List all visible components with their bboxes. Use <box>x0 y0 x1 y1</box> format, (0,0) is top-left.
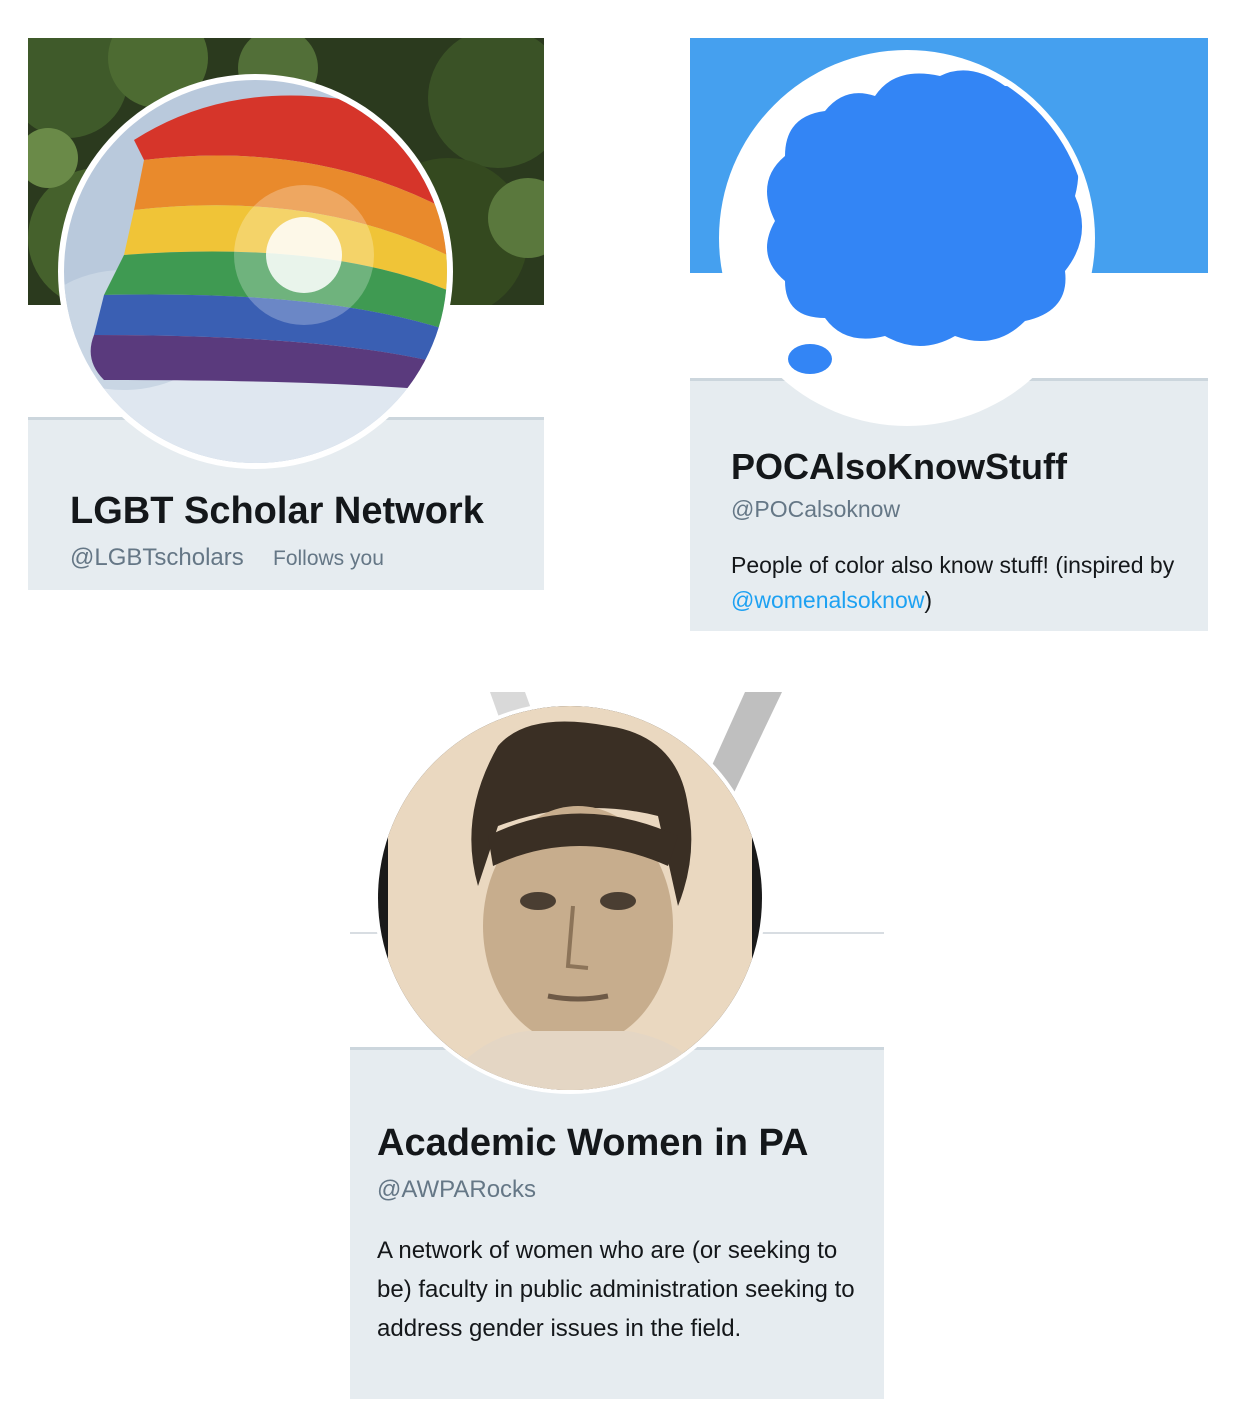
thought-bubble-image <box>725 56 1089 420</box>
avatar[interactable] <box>719 50 1095 426</box>
profile-name[interactable]: POCAlsoKnowStuff <box>731 446 1067 488</box>
rainbow-flag-image <box>64 80 447 463</box>
profile-card-awpa[interactable]: Academic Women in PA @AWPARocks A networ… <box>350 692 884 1399</box>
follows-you-badge: Follows you <box>273 547 384 570</box>
avatar[interactable] <box>58 74 453 469</box>
profile-card-poc-also-know[interactable]: POCAlsoKnowStuff @POCalsoknow People of … <box>690 38 1208 631</box>
mention-link[interactable]: @womenalsoknow <box>731 587 924 613</box>
profile-name[interactable]: LGBT Scholar Network <box>70 490 484 533</box>
profile-name[interactable]: Academic Women in PA <box>377 1122 808 1165</box>
profile-handle[interactable]: @LGBTscholars <box>70 544 244 572</box>
profile-bio: People of color also know stuff! (inspir… <box>731 548 1196 618</box>
profile-handle[interactable]: @AWPARocks <box>377 1176 536 1204</box>
profile-handle[interactable]: @POCalsoknow <box>731 496 900 523</box>
profile-bio: A network of women who are (or seeking t… <box>377 1237 855 1342</box>
bio-text-end: ) <box>924 587 933 613</box>
portrait-photo <box>378 706 762 1090</box>
bio-text: People of color also know stuff! (inspir… <box>731 552 1175 578</box>
profile-card-lgbt-scholars[interactable]: LGBT Scholar Network @LGBTscholars Follo… <box>28 38 544 590</box>
avatar[interactable] <box>374 702 766 1094</box>
